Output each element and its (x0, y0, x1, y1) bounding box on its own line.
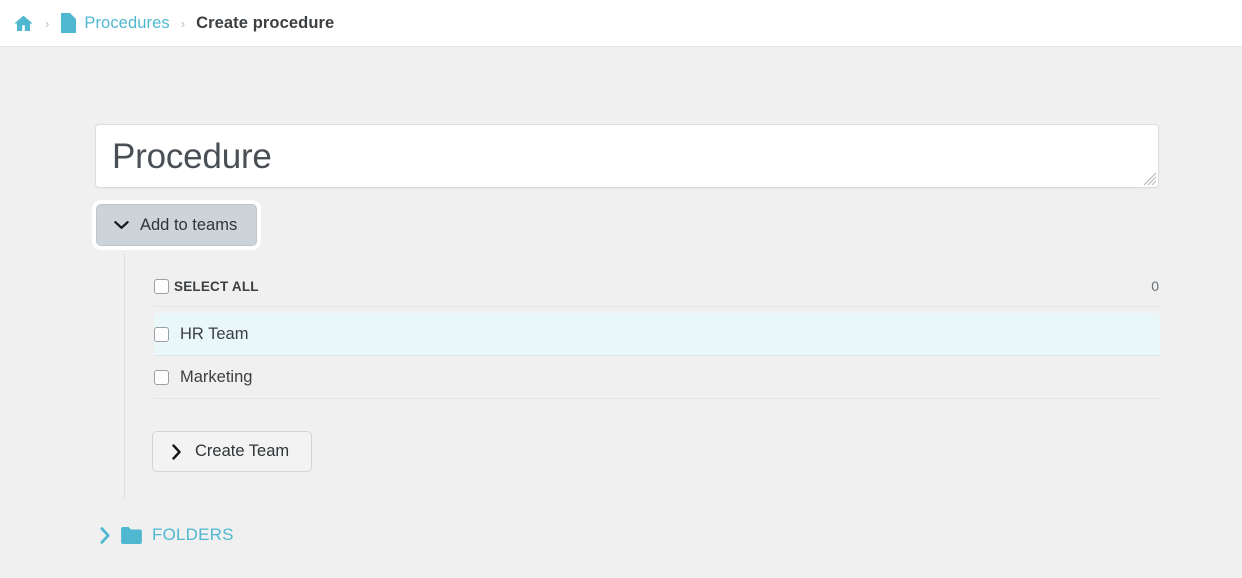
breadcrumb-separator-2: › (180, 15, 186, 31)
folders-section-toggle[interactable]: FOLDERS (99, 525, 234, 545)
team-row-hr-team[interactable]: HR Team (154, 313, 1160, 356)
create-team-label: Create Team (195, 442, 290, 460)
divider-top (154, 306, 1160, 307)
add-to-teams-label: Add to teams (140, 215, 238, 234)
team-row-marketing[interactable]: Marketing (154, 356, 1160, 399)
create-team-button[interactable]: Create Team (152, 431, 313, 472)
folder-icon (121, 526, 142, 544)
home-icon[interactable] (13, 13, 34, 34)
team-checkbox-marketing[interactable] (154, 370, 169, 385)
breadcrumb-bar: › Procedures › Create procedure (0, 0, 1242, 47)
folders-label: FOLDERS (152, 525, 234, 544)
team-label: Marketing (180, 368, 253, 386)
procedure-title-wrapper: Procedure (95, 124, 1159, 188)
team-label: HR Team (180, 325, 249, 343)
breadcrumb-separator-1: › (45, 15, 50, 31)
breadcrumb-current-page: Create procedure (196, 13, 335, 32)
procedure-title-input[interactable]: Procedure (95, 124, 1159, 188)
team-checkbox-hr-team[interactable] (154, 327, 169, 342)
divider-bottom (154, 398, 1160, 399)
breadcrumb: › Procedures › Create procedure (13, 13, 334, 34)
select-all-row[interactable]: SELECT ALL 0 (154, 267, 1159, 305)
file-icon (60, 13, 77, 33)
chevron-right-icon (171, 443, 182, 460)
selected-count: 0 (1151, 278, 1159, 294)
select-all-label: SELECT ALL (174, 278, 259, 294)
select-all-checkbox[interactable] (154, 278, 169, 294)
breadcrumb-link-procedures[interactable]: Procedures (84, 14, 169, 33)
add-to-teams-button[interactable]: Add to teams (96, 204, 258, 246)
chevron-down-icon (114, 220, 129, 230)
chevron-right-icon (99, 526, 111, 544)
